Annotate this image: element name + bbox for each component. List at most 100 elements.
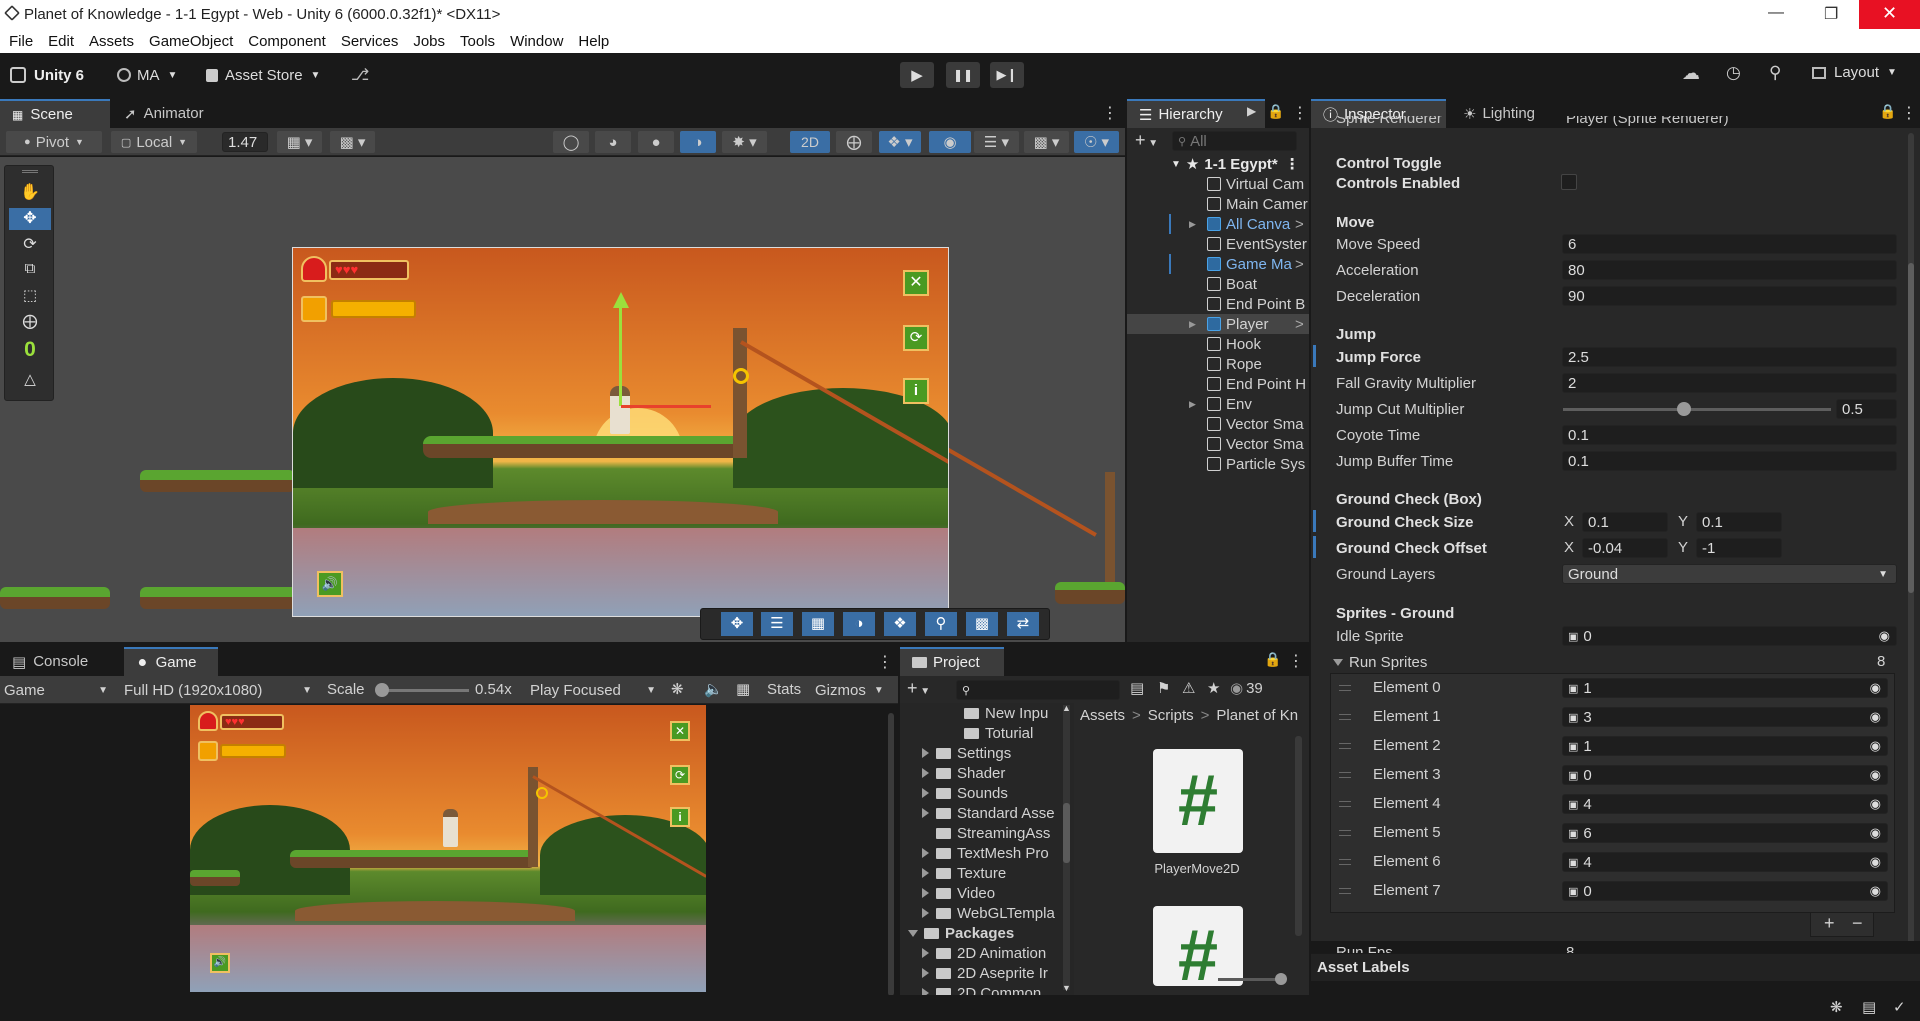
search-by-type-icon[interactable]: ▤ bbox=[1130, 679, 1144, 697]
expand-arrow-icon[interactable] bbox=[922, 788, 929, 798]
element-sprite-field[interactable]: ▣ 1 ◉ bbox=[1562, 678, 1888, 698]
favorites-star-icon[interactable]: ★ bbox=[1207, 679, 1220, 697]
menu-services[interactable]: Services bbox=[341, 33, 399, 50]
element-sprite-field[interactable]: ▣ 3 ◉ bbox=[1562, 707, 1888, 727]
hierarchy-item[interactable]: ▶ Env bbox=[1127, 394, 1309, 414]
jump-cut-field[interactable]: 0.5 bbox=[1836, 399, 1897, 419]
jump-cut-slider-thumb[interactable] bbox=[1677, 402, 1691, 416]
unity-version-button[interactable]: Unity 6 bbox=[10, 63, 84, 87]
acceleration-field[interactable]: 80 bbox=[1562, 260, 1897, 280]
hierarchy-item[interactable]: End Point H bbox=[1127, 374, 1309, 394]
project-tree-item[interactable]: 2D Common bbox=[922, 983, 1041, 995]
hierarchy-item[interactable]: End Point B bbox=[1127, 294, 1309, 314]
project-tree-item[interactable]: Video bbox=[922, 883, 995, 903]
prefab-open-icon[interactable]: > bbox=[1295, 216, 1304, 233]
camera-dropdown[interactable]: ▩ ▾ bbox=[1024, 131, 1069, 153]
tree-scroll-down-icon[interactable]: ▼ bbox=[1062, 983, 1071, 993]
hierarchy-item[interactable]: Main Camer bbox=[1127, 194, 1309, 214]
add-object-button[interactable]: + ▼ bbox=[1135, 130, 1158, 151]
tab-hierarchy[interactable]: ☰ Hierarchy bbox=[1127, 99, 1265, 128]
object-picker-icon[interactable]: ◉ bbox=[1870, 854, 1881, 870]
debug-draw-icon[interactable]: ✸ ▾ bbox=[722, 131, 767, 153]
menu-component[interactable]: Component bbox=[248, 33, 326, 50]
menu-edit[interactable]: Edit bbox=[48, 33, 74, 50]
search-icon[interactable]: ⚲ bbox=[1769, 63, 1781, 83]
asset-size-slider[interactable] bbox=[1218, 978, 1278, 981]
ground-check-size-x[interactable]: 0.1 bbox=[1582, 512, 1668, 532]
overlay-align-icon[interactable]: ☰ bbox=[761, 612, 793, 636]
project-tree-item[interactable]: 2D Aseprite Ir bbox=[922, 963, 1048, 983]
expand-arrow-icon[interactable]: ▶ bbox=[1189, 399, 1196, 410]
move-tool-icon[interactable]: ✥ bbox=[9, 208, 51, 230]
rotate-tool-icon[interactable]: ⟳ bbox=[9, 234, 51, 256]
object-picker-icon[interactable]: ◉ bbox=[1870, 680, 1881, 696]
element-sprite-field[interactable]: ▣ 4 ◉ bbox=[1562, 794, 1888, 814]
scale-slider-thumb[interactable] bbox=[375, 683, 389, 697]
scene-viewport[interactable]: ♥♥♥ ✕ ⟳ i 🔊 ✋ ✥ ⟳ ⧉ ⬚ ⨁ 0 △ ✥ ☰ ▦ ◑ ❖ ⚲ … bbox=[0, 157, 1125, 642]
asset-store-dropdown[interactable]: Asset Store ▼ bbox=[206, 63, 320, 87]
asset-item-partial[interactable]: # bbox=[1153, 906, 1243, 986]
hierarchy-item[interactable]: EventSyster bbox=[1127, 234, 1309, 254]
fall-gravity-field[interactable]: 2 bbox=[1562, 373, 1897, 393]
prefab-open-icon[interactable]: > bbox=[1295, 316, 1304, 333]
lock-icon[interactable]: 🔒 bbox=[1264, 651, 1281, 668]
breadcrumb-assets[interactable]: Assets bbox=[1080, 707, 1125, 724]
hand-tool-icon[interactable]: ✋ bbox=[9, 182, 51, 204]
expand-arrow-icon[interactable] bbox=[922, 888, 929, 898]
expand-arrow-icon[interactable]: ▶ bbox=[1189, 219, 1196, 230]
grid-snap-dropdown[interactable]: ▦ ▾ bbox=[277, 131, 322, 153]
expand-arrow-icon[interactable] bbox=[922, 968, 929, 978]
hierarchy-item[interactable]: Rope bbox=[1127, 354, 1309, 374]
menu-gameobject[interactable]: GameObject bbox=[149, 33, 233, 50]
tab-animator[interactable]: ➚ Animator bbox=[112, 99, 216, 128]
element-sprite-field[interactable]: ▣ 6 ◉ bbox=[1562, 823, 1888, 843]
local-dropdown[interactable]: ▢ Local ▼ bbox=[111, 131, 197, 153]
project-tree-item[interactable]: 2D Animation bbox=[922, 943, 1046, 963]
ground-check-size-y[interactable]: 0.1 bbox=[1696, 512, 1782, 532]
tab-scene[interactable]: ▦ Scene bbox=[0, 99, 110, 128]
expand-arrow-icon[interactable] bbox=[922, 768, 929, 778]
project-tree-item[interactable]: New Inpu bbox=[950, 703, 1048, 723]
stats-button[interactable]: Stats bbox=[767, 681, 801, 698]
overlay-shuffle-icon[interactable]: ⇄ bbox=[1007, 612, 1039, 636]
hidden-packages-count[interactable]: ◉ 39 bbox=[1230, 679, 1263, 698]
menu-jobs[interactable]: Jobs bbox=[413, 33, 445, 50]
minimize-icon[interactable]: — bbox=[1768, 4, 1784, 22]
debug-toggle-icon[interactable]: ❋ bbox=[1830, 998, 1843, 1016]
more-options-icon[interactable]: ⋮ bbox=[1288, 651, 1304, 671]
project-tree-item[interactable]: Settings bbox=[922, 743, 1011, 763]
drag-handle-icon[interactable] bbox=[1339, 714, 1351, 720]
expand-arrow-icon[interactable] bbox=[922, 808, 929, 818]
shaded-sphere-icon[interactable]: ◕ bbox=[595, 131, 631, 153]
ground-check-offset-x[interactable]: -0.04 bbox=[1582, 538, 1668, 558]
lighting-toggle-icon[interactable]: ⨁ bbox=[836, 131, 872, 153]
account-dropdown[interactable]: MA ▼ bbox=[117, 63, 177, 87]
toggle-2d-button[interactable]: 2D bbox=[790, 131, 830, 153]
inspector-scroll-thumb[interactable] bbox=[1908, 263, 1914, 593]
expand-arrow-icon[interactable] bbox=[922, 908, 929, 918]
drag-handle-icon[interactable] bbox=[1339, 801, 1351, 807]
collapse-arrow-icon[interactable] bbox=[908, 929, 918, 937]
asset-scrollbar[interactable] bbox=[1295, 736, 1302, 936]
play-mode-dropdown[interactable]: Play Focused ▼ bbox=[530, 680, 660, 700]
close-button[interactable]: ✕ bbox=[1859, 0, 1920, 29]
breadcrumb-planet[interactable]: Planet of Kn bbox=[1216, 707, 1298, 724]
drag-handle-icon[interactable] bbox=[1339, 830, 1351, 836]
audio-icon[interactable]: 🔈 bbox=[704, 680, 723, 698]
scale-tool-icon[interactable]: ⧉ bbox=[9, 260, 51, 282]
pivot-dropdown[interactable]: ● Pivot ▼ bbox=[6, 131, 102, 153]
project-tree-item[interactable]: Sounds bbox=[922, 783, 1008, 803]
move-speed-field[interactable]: 6 bbox=[1562, 234, 1897, 254]
menu-assets[interactable]: Assets bbox=[89, 33, 134, 50]
hierarchy-item[interactable]: Virtual Cam bbox=[1127, 174, 1309, 194]
asset-labels-bar[interactable]: Asset Labels bbox=[1311, 953, 1920, 981]
element-sprite-field[interactable]: ▣ 1 ◉ bbox=[1562, 736, 1888, 756]
jump-force-field[interactable]: 2.5 bbox=[1562, 347, 1897, 367]
hierarchy-item[interactable]: ▶ Player > bbox=[1127, 314, 1309, 334]
tab-console[interactable]: ▤ Console bbox=[0, 647, 100, 676]
hierarchy-item[interactable]: Particle Sys bbox=[1127, 454, 1309, 474]
project-tree-item[interactable]: Packages bbox=[908, 923, 1014, 943]
more-options-icon[interactable]: ⋮ bbox=[1102, 103, 1118, 123]
project-tree-item[interactable]: Standard Asse bbox=[922, 803, 1055, 823]
project-tree-item[interactable]: Toturial bbox=[950, 723, 1033, 743]
